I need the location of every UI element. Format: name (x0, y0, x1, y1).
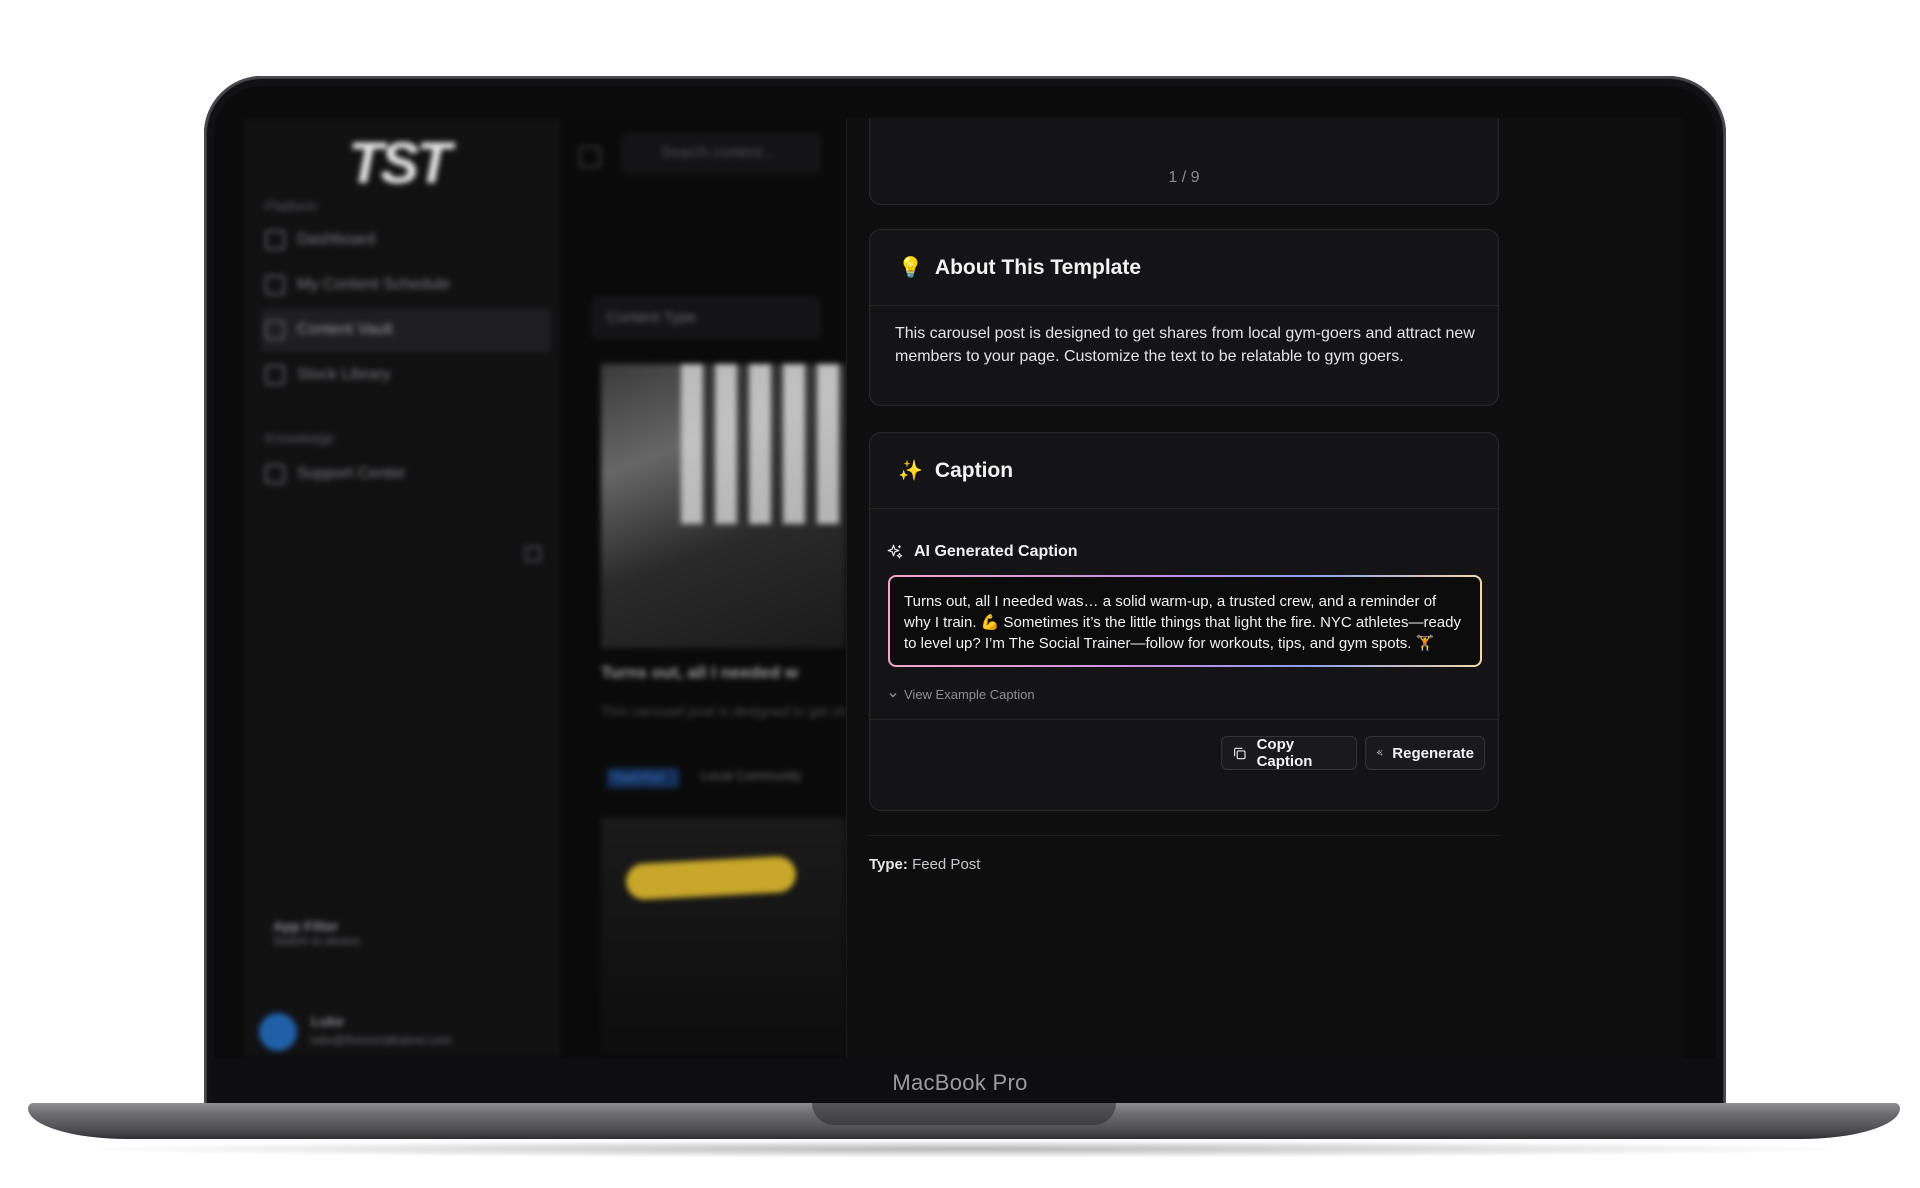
copy-icon (1234, 747, 1246, 759)
sidebar-item-label: My Content Schedule (297, 276, 450, 293)
sidebar-item-content-vault[interactable]: Content Vault (261, 308, 551, 352)
user-profile[interactable]: Luke luke@thesocialtrainer.com (259, 1011, 549, 1055)
search-input[interactable]: Search content... (621, 132, 821, 174)
sidebar-item-label: Content Vault (297, 321, 393, 338)
sidebar-item-content-schedule[interactable]: My Content Schedule (261, 263, 551, 307)
carousel-preview[interactable]: 1 / 9 (869, 118, 1499, 205)
content-thumbnail[interactable] (601, 364, 846, 648)
content-type-filter[interactable]: Content Type (591, 296, 821, 340)
sparkles-icon: ✨ (898, 460, 923, 482)
caption-header: ✨ Caption (870, 433, 1498, 509)
sidebar-item-stock-library[interactable]: Stock Library (261, 353, 551, 397)
sidebar-item-label: Stock Library (297, 366, 391, 383)
device-label: MacBook Pro (892, 1070, 1028, 1095)
user-name: Luke (311, 1013, 344, 1029)
copy-caption-button[interactable]: Copy Caption (1221, 736, 1357, 770)
template-detail-panel: 1 / 9 💡 About This Template This carouse… (846, 118, 1683, 1058)
laptop-notch (812, 1103, 1116, 1125)
chevron-down-icon (889, 692, 897, 697)
sparkle-outline-icon (887, 544, 903, 559)
sidebar-section-platform: Platform (265, 198, 318, 214)
laptop-shadow (70, 1140, 1860, 1158)
about-template-card: 💡 About This Template This carousel post… (869, 229, 1499, 406)
sparkle-outline-icon (1376, 750, 1383, 756)
external-link-icon (525, 546, 541, 562)
folder-icon (265, 320, 285, 340)
menu-toggle-icon[interactable] (579, 146, 601, 168)
content-card-desc: This carousel post is designed to get sh… (601, 703, 846, 719)
app-card-subtitle: Switch to device (273, 934, 360, 948)
tag-feed-post: Feed Post (607, 768, 679, 788)
calendar-icon (265, 275, 285, 295)
logo: TST (348, 131, 452, 196)
grid-icon (265, 230, 285, 250)
sidebar: TST Platform Dashboard My Content Schedu… (243, 118, 561, 1058)
divider (870, 719, 1498, 720)
content-thumbnail-2[interactable] (601, 818, 846, 1058)
post-type-label: Type: (869, 856, 908, 873)
view-example-label: View Example Caption (904, 687, 1035, 702)
caption-text-box[interactable]: Turns out, all I needed was… a solid war… (888, 575, 1482, 667)
user-email: luke@thesocialtrainer.com (311, 1033, 452, 1047)
about-description: This carousel post is designed to get sh… (895, 325, 1475, 365)
ai-caption-label: AI Generated Caption (886, 543, 1078, 561)
help-icon (265, 464, 285, 484)
tag-local-community: Local Community (701, 768, 802, 783)
about-header: 💡 About This Template (870, 230, 1498, 306)
app-card[interactable]: App Filter Switch to device (273, 918, 523, 970)
copy-caption-label: Copy Caption (1256, 736, 1313, 770)
about-title: About This Template (934, 255, 1142, 279)
post-type-value: Feed Post (912, 856, 981, 873)
page-indicator: 1 / 9 (1168, 169, 1200, 186)
sidebar-item-support[interactable]: Support Center (261, 452, 551, 496)
screen: TST Platform Dashboard My Content Schedu… (243, 118, 1683, 1058)
post-type: Type: Feed Post (869, 856, 980, 873)
content-card-title: Turns out, all I needed w (601, 663, 799, 682)
ai-caption-label-text: AI Generated Caption (914, 543, 1078, 560)
sidebar-section-knowledge: Knowledge (265, 430, 335, 446)
blurred-background: TST Platform Dashboard My Content Schedu… (243, 118, 846, 1058)
regenerate-label: Regenerate (1392, 744, 1474, 762)
image-icon (265, 365, 285, 385)
avatar (259, 1013, 297, 1051)
sidebar-item-dashboard[interactable]: Dashboard (261, 218, 551, 262)
view-example-caption-toggle[interactable]: View Example Caption (888, 687, 1035, 702)
caption-card: ✨ Caption AI Generated Caption Turns out… (869, 432, 1499, 811)
content-grid: Search content... Content Type Turns out… (561, 118, 846, 1058)
caption-text[interactable]: Turns out, all I needed was… a solid war… (890, 577, 1480, 665)
thumbnail-image (681, 364, 846, 524)
lightbulb-icon: 💡 (898, 257, 923, 279)
regenerate-button[interactable]: Regenerate (1365, 736, 1485, 770)
sidebar-item-label: Dashboard (297, 231, 376, 248)
sidebar-item-label: Support Center (297, 465, 406, 482)
app-card-title: App Filter (273, 918, 339, 934)
caption-title: Caption (934, 458, 1014, 482)
divider (869, 835, 1499, 836)
